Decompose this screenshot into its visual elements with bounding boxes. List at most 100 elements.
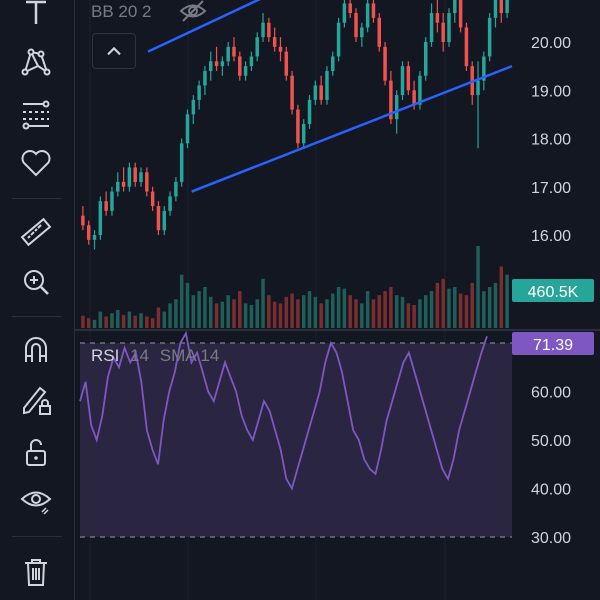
candle-body xyxy=(296,109,300,144)
chevron-up-icon xyxy=(107,46,121,56)
favorites-button[interactable] xyxy=(14,142,58,182)
candle-body xyxy=(243,66,248,76)
volume-bar xyxy=(331,293,335,328)
volume-bar xyxy=(203,287,207,328)
trendline[interactable] xyxy=(147,0,323,53)
rsi-axis-label: 30.00 xyxy=(531,530,571,547)
volume-bar xyxy=(307,291,312,328)
volume-bar xyxy=(429,291,434,328)
volume-bar xyxy=(342,288,347,328)
volume-bar xyxy=(464,295,469,328)
zoom-in-icon xyxy=(24,270,49,295)
volume-bar xyxy=(377,295,381,328)
candle-body xyxy=(441,22,445,42)
magnet-button[interactable] xyxy=(14,330,58,370)
candle-body xyxy=(98,201,103,235)
zoom-in-button[interactable] xyxy=(14,262,58,302)
hide-indicator-eye-icon[interactable] xyxy=(178,0,208,24)
candle-body xyxy=(458,0,463,28)
candle-body xyxy=(127,167,132,187)
candle-body xyxy=(226,46,230,62)
lock-drawing-button[interactable] xyxy=(14,380,58,420)
candle-body xyxy=(383,46,387,81)
candle-body xyxy=(505,0,509,14)
rsi-legend-length: 14 xyxy=(130,346,149,365)
volume-bar xyxy=(104,316,108,328)
rsi-legend-name: RSI xyxy=(91,346,119,365)
volume-bar xyxy=(243,303,248,328)
candle-body xyxy=(447,13,451,43)
toolbar-separator xyxy=(12,536,62,537)
volume-bar xyxy=(476,246,480,328)
text-tool-icon xyxy=(26,0,46,24)
candle-body xyxy=(424,42,428,76)
candle-body xyxy=(249,56,254,67)
unlock-button[interactable] xyxy=(14,432,58,472)
axis-layer: 20.00 19.00 18.00 17.00 16.00 21.00 60.00 50.00… xyxy=(512,0,594,547)
collapse-legend-button[interactable] xyxy=(92,33,136,69)
candle-body xyxy=(301,124,306,144)
candle-body xyxy=(174,181,178,197)
candle-body xyxy=(400,66,405,96)
measure-tool-button[interactable] xyxy=(14,212,58,252)
volume-bar xyxy=(418,299,422,328)
candle-body xyxy=(92,235,97,240)
volume-bar xyxy=(267,295,271,328)
volume-bar xyxy=(116,309,120,328)
unlock-icon xyxy=(26,439,46,466)
favorites-heart-icon xyxy=(21,150,51,177)
price-axis-label: 17.00 xyxy=(531,180,571,197)
chart-svg[interactable]: 20.00 19.00 18.00 17.00 16.00 21.00 60.00 50.00… xyxy=(0,0,600,600)
volume-bar xyxy=(220,301,225,328)
volume-bar xyxy=(179,274,184,328)
candle-body xyxy=(133,167,137,182)
volume-bar xyxy=(319,303,323,328)
candle-body xyxy=(365,3,370,28)
magnet-icon xyxy=(25,337,47,362)
candle-body xyxy=(278,46,283,52)
candle-body xyxy=(203,70,207,86)
candle-body xyxy=(377,17,381,47)
volume-bar xyxy=(278,303,283,328)
text-tool-button[interactable] xyxy=(14,0,58,32)
volume-bar xyxy=(406,303,411,328)
chart-area[interactable]: 20.00 19.00 18.00 17.00 16.00 21.00 60.00 50.00… xyxy=(0,0,600,600)
price-axis-label: 19.00 xyxy=(531,83,571,100)
lock-drawing-icon xyxy=(23,386,51,415)
pattern-tool-icon xyxy=(21,48,51,76)
candle-body xyxy=(191,99,196,115)
volume-bar xyxy=(354,299,358,328)
candle-body xyxy=(121,181,126,187)
trash-icon xyxy=(25,559,47,586)
trendline[interactable] xyxy=(191,64,513,193)
price-axis-label: 16.00 xyxy=(531,228,571,245)
rsi-axis-label: 60.00 xyxy=(531,385,571,402)
candle-body xyxy=(284,51,289,76)
bb-legend[interactable]: BB 20 2 xyxy=(91,2,152,21)
volume-bar xyxy=(174,299,178,328)
delete-button[interactable] xyxy=(14,552,58,592)
volume-bar xyxy=(238,291,242,328)
volume-bar xyxy=(296,299,300,328)
candle-body xyxy=(220,61,225,67)
volume-bar xyxy=(389,287,393,328)
volume-bar xyxy=(261,278,265,328)
visibility-button[interactable] xyxy=(14,480,58,520)
fib-tool-button[interactable] xyxy=(14,94,58,134)
candle-body xyxy=(476,80,480,96)
volume-bar xyxy=(121,314,126,328)
candle-body xyxy=(261,22,265,38)
trend-layer[interactable] xyxy=(147,0,513,193)
candle-body xyxy=(493,0,498,18)
pattern-tool-button[interactable] xyxy=(14,42,58,82)
volume-bar xyxy=(86,318,91,328)
volume-bar xyxy=(162,311,166,328)
candle-body xyxy=(342,3,347,23)
candle-body xyxy=(487,17,492,57)
ruler-measure-icon xyxy=(20,217,52,247)
volume-bar xyxy=(313,296,318,328)
volume-bar xyxy=(197,291,201,328)
volume-bar xyxy=(493,282,498,328)
volume-bar xyxy=(505,274,509,328)
volume-bar xyxy=(365,291,370,328)
